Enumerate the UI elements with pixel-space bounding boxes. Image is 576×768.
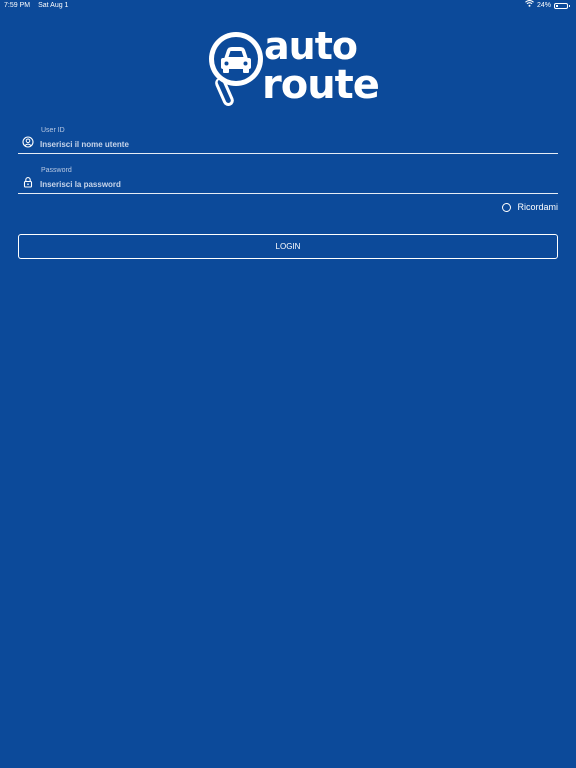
status-left: 7:59 PM Sat Aug 1 [4,0,68,12]
status-right: 24% [525,0,570,12]
car-icon [209,32,263,106]
user-id-label: User ID [41,127,65,134]
login-button[interactable]: LOGIN [18,234,558,259]
status-time: 7:59 PM [4,2,31,9]
battery-cap [569,5,570,7]
wifi-icon [525,0,534,12]
status-date: Sat Aug 1 [38,2,69,9]
battery-fill [556,5,558,7]
remember-me-label: Ricordami [517,202,558,212]
lock-icon [22,175,34,188]
status-bar: 7:59 PM Sat Aug 1 24% [0,0,576,12]
logo-word-route: route [262,62,380,108]
battery-icon [554,3,570,9]
user-circle-icon [22,135,34,148]
remember-me-toggle[interactable]: Ricordami [502,202,558,212]
user-id-input[interactable] [40,137,540,151]
app-logo: auto route [206,24,380,109]
remember-me-radio[interactable] [502,202,512,212]
password-field[interactable]: Password [18,167,558,194]
logo-word-auto: auto [264,24,358,68]
password-label: Password [41,167,72,174]
user-id-field[interactable]: User ID [18,127,558,154]
battery-percent: 24% [536,2,551,9]
password-input[interactable] [40,177,540,191]
